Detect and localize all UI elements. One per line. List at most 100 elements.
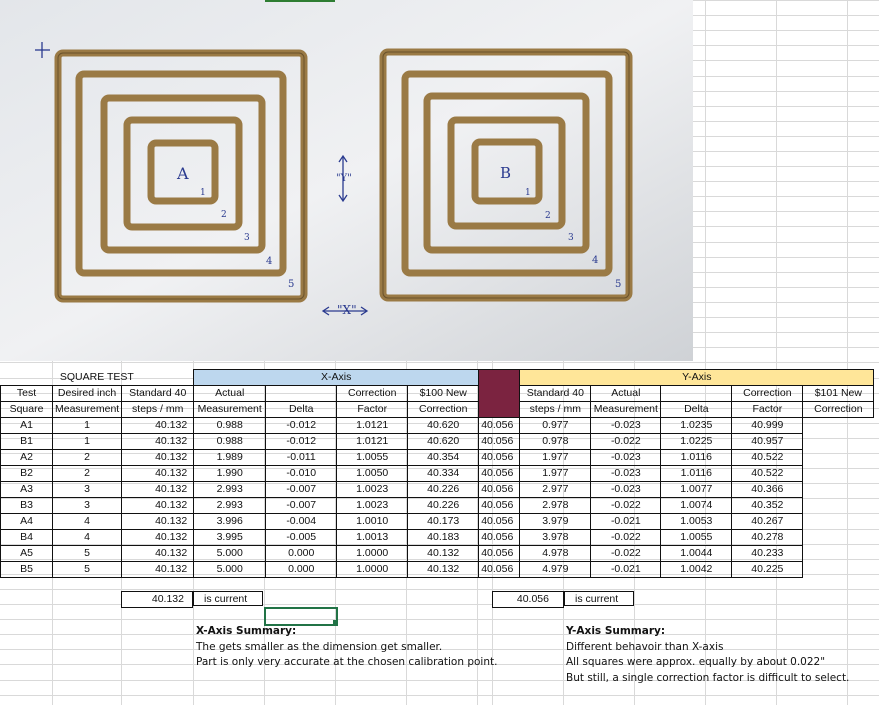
table-cell[interactable]: -0.012 [265, 433, 338, 450]
table-cell[interactable]: 0.000 [265, 561, 338, 578]
table-cell[interactable]: 4.979 [519, 561, 592, 578]
header-y-4-bottom[interactable]: Correction [802, 401, 875, 418]
table-cell[interactable]: 1.0010 [336, 513, 409, 530]
table-cell[interactable]: 40.226 [407, 497, 480, 514]
table-cell[interactable]: -0.021 [590, 561, 662, 578]
table-cell[interactable]: 1.0121 [336, 433, 409, 450]
table-cell[interactable]: 1.0000 [336, 545, 409, 562]
table-cell[interactable]: 40.132 [121, 449, 195, 466]
header-y-1-top[interactable]: Actual [590, 385, 662, 402]
table-cell[interactable]: -0.005 [265, 529, 338, 546]
header-x-3-top[interactable]: $100 New [407, 385, 480, 402]
table-cell[interactable]: 1.0000 [336, 561, 409, 578]
header-y-2-bottom[interactable]: Delta [660, 401, 733, 418]
header-x-0-bottom[interactable]: Measurement [193, 401, 267, 418]
header-left-1-bottom[interactable]: Measurement [51, 401, 123, 418]
empty-cell[interactable] [266, 578, 337, 594]
table-cell[interactable]: 40.132 [407, 561, 480, 578]
empty-cell[interactable] [337, 578, 408, 594]
table-cell[interactable]: -0.012 [265, 417, 338, 434]
table-cell[interactable]: 1.0074 [660, 497, 733, 514]
table-cell[interactable]: 40.056 [478, 417, 521, 434]
table-cell[interactable]: 1.0077 [660, 481, 733, 498]
table-cell[interactable]: 40.056 [478, 513, 521, 530]
header-left-2-bottom[interactable]: steps / mm [121, 401, 195, 418]
header-left-0-bottom[interactable]: Square [0, 401, 53, 418]
table-cell[interactable]: 2 [51, 465, 123, 482]
table-cell[interactable]: 3.995 [193, 529, 267, 546]
table-cell[interactable]: 40.056 [478, 465, 521, 482]
table-cell[interactable]: 2.993 [193, 481, 267, 498]
table-cell[interactable]: 40.620 [407, 433, 480, 450]
table-cell[interactable]: 40.226 [407, 481, 480, 498]
table-cell[interactable]: 1 [51, 433, 123, 450]
table-cell[interactable]: 40.132 [121, 545, 195, 562]
table-cell[interactable]: 40.354 [407, 449, 480, 466]
table-cell[interactable]: -0.023 [590, 481, 662, 498]
table-cell[interactable]: 0.988 [193, 417, 267, 434]
header-x-1-bottom[interactable]: Delta [265, 401, 338, 418]
table-cell[interactable]: 40.132 [121, 513, 195, 530]
empty-cell[interactable] [732, 578, 803, 594]
table-cell[interactable]: -0.007 [265, 481, 338, 498]
table-cell[interactable]: 40.183 [407, 529, 480, 546]
table-cell[interactable]: 5 [51, 561, 123, 578]
table-cell[interactable]: -0.023 [590, 417, 662, 434]
header-left-1-top[interactable]: Desired inch [51, 385, 123, 402]
table-cell[interactable]: 0.978 [519, 433, 592, 450]
header-left-0-top[interactable]: Test [0, 385, 53, 402]
table-cell[interactable]: 5 [51, 545, 123, 562]
header-y-1-bottom[interactable]: Measurement [590, 401, 662, 418]
table-cell[interactable]: 1.0116 [660, 465, 733, 482]
header-y-0-bottom[interactable]: steps / mm [519, 401, 592, 418]
table-cell[interactable]: -0.007 [265, 497, 338, 514]
table-cell[interactable]: 3 [51, 481, 123, 498]
table-cell[interactable]: -0.022 [590, 529, 662, 546]
table-cell[interactable]: 1.0050 [336, 465, 409, 482]
table-cell[interactable]: 40.056 [478, 545, 521, 562]
table-cell[interactable]: B5 [0, 561, 53, 578]
x-axis-header[interactable]: X-Axis [193, 369, 480, 386]
table-cell[interactable]: -0.022 [590, 545, 662, 562]
table-cell[interactable]: 1.977 [519, 449, 592, 466]
table-cell[interactable]: 40.056 [478, 529, 521, 546]
table-cell[interactable]: 40.957 [731, 433, 804, 450]
table-cell[interactable]: A2 [0, 449, 53, 466]
header-x-1-top[interactable] [265, 385, 338, 402]
table-cell[interactable]: 40.522 [731, 465, 804, 482]
header-x-0-top[interactable]: Actual [193, 385, 267, 402]
header-y-2-top[interactable] [660, 385, 733, 402]
y-axis-header[interactable]: Y-Axis [519, 369, 875, 386]
header-left-2-top[interactable]: Standard 40 [121, 385, 195, 402]
table-cell[interactable]: 1.0023 [336, 497, 409, 514]
table-cell[interactable]: 1.989 [193, 449, 267, 466]
table-cell[interactable]: 40.173 [407, 513, 480, 530]
table-cell[interactable]: 1 [51, 417, 123, 434]
table-cell[interactable]: A4 [0, 513, 53, 530]
table-cell[interactable]: 40.233 [731, 545, 804, 562]
table-cell[interactable]: 0.988 [193, 433, 267, 450]
table-cell[interactable]: -0.023 [590, 449, 662, 466]
table-cell[interactable]: 2.978 [519, 497, 592, 514]
empty-cell[interactable] [408, 578, 479, 594]
empty-cell[interactable] [53, 578, 122, 594]
header-x-2-top[interactable]: Correction [336, 385, 409, 402]
table-cell[interactable]: 40.132 [407, 545, 480, 562]
empty-cell[interactable] [661, 578, 732, 594]
table-cell[interactable]: 40.132 [121, 465, 195, 482]
table-cell[interactable]: -0.011 [265, 449, 338, 466]
table-cell[interactable]: 40.056 [478, 433, 521, 450]
table-cell[interactable]: 3.978 [519, 529, 592, 546]
table-cell[interactable]: 1.0053 [660, 513, 733, 530]
table-cell[interactable]: 1.0116 [660, 449, 733, 466]
table-cell[interactable]: 40.056 [478, 561, 521, 578]
table-cell[interactable]: 40.620 [407, 417, 480, 434]
table-cell[interactable]: 40.334 [407, 465, 480, 482]
table-cell[interactable]: 2.993 [193, 497, 267, 514]
table-cell[interactable]: 1.0235 [660, 417, 733, 434]
x-current-label[interactable]: is current [193, 591, 263, 606]
table-cell[interactable]: 1.0055 [336, 449, 409, 466]
table-cell[interactable]: B4 [0, 529, 53, 546]
table-cell[interactable]: 40.132 [121, 561, 195, 578]
table-cell[interactable]: 2 [51, 449, 123, 466]
